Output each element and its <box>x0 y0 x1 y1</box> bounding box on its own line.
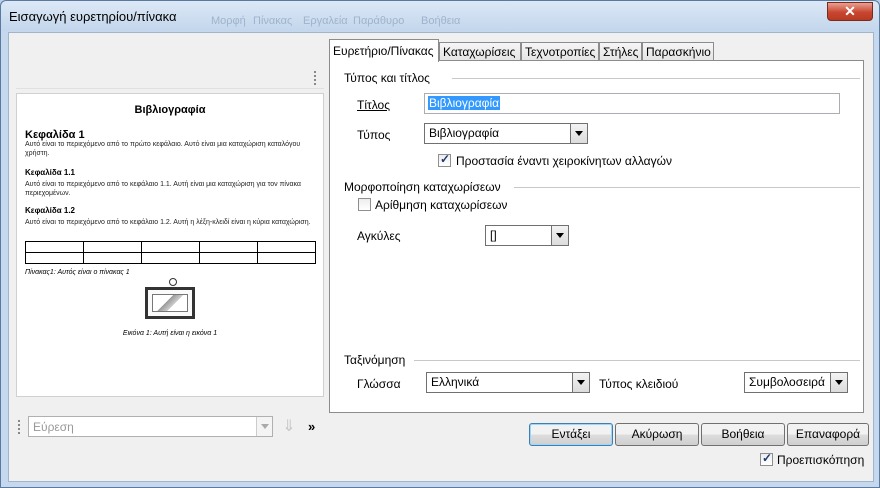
ghost-menu-item: Παράθυρο <box>353 15 405 27</box>
picture-icon <box>145 278 195 319</box>
tab-background[interactable]: Παρασκήνιο <box>642 42 714 61</box>
find-toolbar: Εύρεση ⇓ » <box>16 416 324 440</box>
language-label: Γλώσσα <box>357 377 401 391</box>
language-value: Ελληνικά <box>431 375 480 389</box>
preview-page: Βιβλιογραφία Κεφαλίδα 1 Αυτό είναι το πε… <box>16 93 324 397</box>
type-label: Τύπος <box>357 128 391 142</box>
preview-text-1: Αυτό είναι το περιεχόμενο από το πρώτο κ… <box>25 141 301 157</box>
more-icon[interactable]: » <box>308 419 315 434</box>
title-value: Βιβλιογραφία <box>428 96 501 110</box>
ghost-menu-item: Πίνακας <box>253 15 293 27</box>
language-select[interactable]: Ελληνικά <box>426 372 590 393</box>
window-title: Εισαγωγή ευρετηρίου/πίνακα <box>9 9 177 24</box>
section-format: Μορφοποίηση καταχωρίσεων <box>344 180 860 194</box>
dialog-body: Βιβλιογραφία Κεφαλίδα 1 Αυτό είναι το πε… <box>8 32 874 482</box>
find-input[interactable]: Εύρεση <box>28 416 273 437</box>
section-type-title: Τύπος και τίτλος <box>344 71 860 85</box>
toolbar-grip-icon[interactable] <box>314 71 318 85</box>
key-type-label: Τύπος κλειδιού <box>599 377 679 391</box>
brackets-label: Αγκύλες <box>357 229 401 243</box>
numbering-checkbox[interactable] <box>358 198 371 211</box>
ok-button[interactable]: Εντάξει <box>529 423 613 446</box>
find-next-icon[interactable]: ⇓ <box>280 418 298 436</box>
preview-heading-1-2: Κεφαλίδα 1.2 <box>25 206 75 215</box>
toolbar-grip-icon[interactable] <box>18 420 22 434</box>
section-label: Ταξινόμηση <box>344 353 406 367</box>
section-label: Τύπος και τίτλος <box>344 71 430 85</box>
preview-heading-1-1: Κεφαλίδα 1.1 <box>25 168 75 177</box>
preview-table-caption: Πίνακας1: Αυτός είναι ο πίνακας 1 <box>25 269 130 276</box>
type-value: Βιβλιογραφία <box>429 126 500 140</box>
preview-label: Προεπισκόπηση <box>777 453 865 467</box>
close-icon[interactable]: ✕ <box>827 2 873 21</box>
tab-index-table[interactable]: Ευρετήριο/Πίνακας <box>329 39 439 62</box>
preview-text-1-2: Αυτό είναι το περιεχόμενο από το κεφάλαι… <box>25 219 311 226</box>
preview-title: Βιβλιογραφία <box>134 104 206 116</box>
key-type-value: Συμβολοσειρά <box>749 375 825 389</box>
protect-label: Προστασία έναντι χειροκίνητων αλλαγών <box>456 154 672 168</box>
title-bar[interactable]: Εισαγωγή ευρετηρίου/πίνακα Μορφή Πίνακας… <box>1 1 879 31</box>
ghost-menu-item: Βοήθεια <box>421 15 461 27</box>
chevron-down-icon[interactable] <box>572 373 589 392</box>
preview-toolbar <box>16 65 324 89</box>
key-type-select[interactable]: Συμβολοσειρά <box>744 372 848 393</box>
preview-table <box>25 241 316 264</box>
section-sort: Ταξινόμηση <box>344 353 860 367</box>
ghost-menu-item: Εργαλεία <box>303 15 348 27</box>
preview-checkbox[interactable] <box>760 451 773 466</box>
chevron-down-icon[interactable] <box>830 373 847 392</box>
title-field[interactable]: Βιβλιογραφία <box>424 93 840 114</box>
tab-entries[interactable]: Καταχωρίσεις <box>439 42 521 61</box>
cancel-button[interactable]: Ακύρωση <box>615 423 699 446</box>
find-placeholder: Εύρεση <box>33 420 74 434</box>
chevron-down-icon[interactable] <box>551 226 568 245</box>
preview-heading-1: Κεφαλίδα 1 <box>25 129 85 141</box>
numbering-label: Αρίθμηση καταχωρίσεων <box>375 198 508 212</box>
chevron-down-icon[interactable] <box>570 124 587 143</box>
protect-checkbox[interactable] <box>438 152 451 167</box>
help-button[interactable]: Βοήθεια <box>701 423 785 446</box>
preview-image-caption: Εικόνα 1: Αυτή είναι η εικόνα 1 <box>122 330 218 337</box>
section-label: Μορφοποίηση καταχωρίσεων <box>344 180 501 194</box>
chevron-down-icon[interactable] <box>256 417 272 436</box>
tab-panel: Τύπος και τίτλος Τίτλος Βιβλιογραφία Τύπ… <box>329 60 864 413</box>
brackets-value: [] <box>490 228 497 242</box>
title-label: Τίτλος <box>357 98 391 112</box>
brackets-select[interactable]: [] <box>485 225 569 246</box>
preview-pane: Βιβλιογραφία Κεφαλίδα 1 Αυτό είναι το πε… <box>10 61 328 447</box>
reset-button[interactable]: Επαναφορά <box>787 423 869 446</box>
type-select[interactable]: Βιβλιογραφία <box>424 123 588 144</box>
ghost-menu-item: Μορφή <box>211 15 246 27</box>
preview-text-1-1: Αυτό είναι το περιεχόμενο από το κεφάλαι… <box>25 181 301 197</box>
tab-styles[interactable]: Τεχνοτροπίες <box>521 42 599 61</box>
tab-columns[interactable]: Στήλες <box>599 42 642 61</box>
dialog-window: Εισαγωγή ευρετηρίου/πίνακα Μορφή Πίνακας… <box>0 0 880 488</box>
